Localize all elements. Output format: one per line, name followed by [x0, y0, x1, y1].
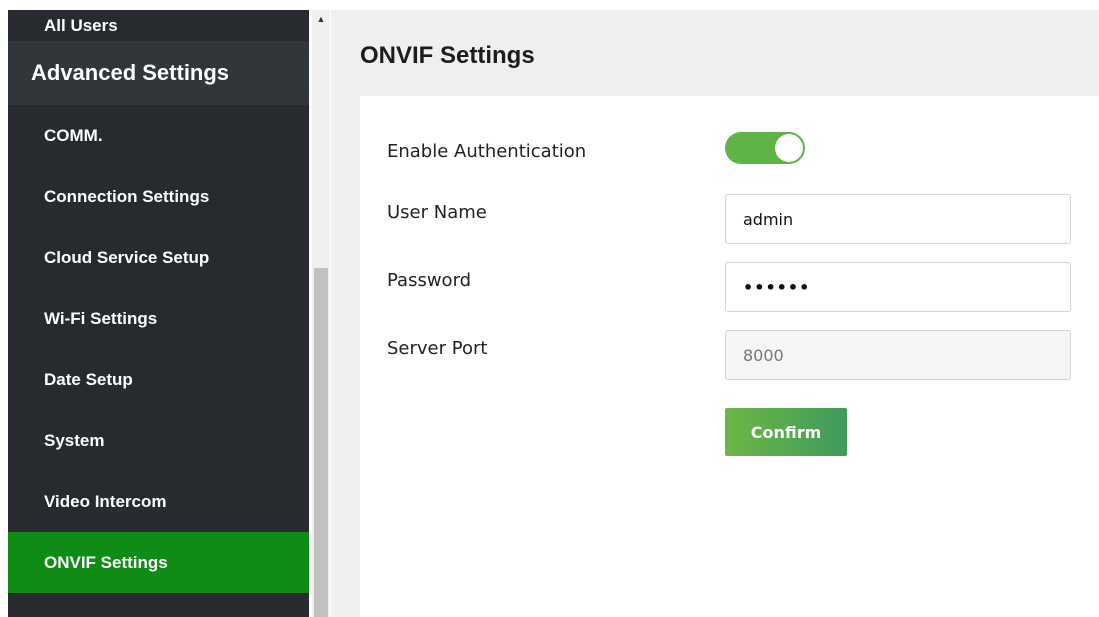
sidebar-item-label: Wi-Fi Settings: [44, 308, 158, 328]
triangle-up-icon[interactable]: ▲: [312, 10, 330, 28]
password-label: Password: [387, 270, 472, 291]
sidebar-item-video-intercom[interactable]: Video Intercom: [8, 471, 309, 532]
sidebar-item-label: ONVIF Settings: [44, 552, 168, 572]
sidebar-item-comm[interactable]: COMM.: [8, 105, 309, 166]
scrollbar-thumb[interactable]: [314, 268, 328, 617]
sidebar-item-label: All Users: [44, 15, 118, 35]
sidebar-item-label: System: [44, 430, 105, 450]
sidebar-item-system[interactable]: System: [8, 410, 309, 471]
sidebar-item-all-users[interactable]: All Users: [8, 10, 309, 41]
sidebar-item-label: Cloud Service Setup: [44, 247, 210, 267]
sidebar-scrollbar[interactable]: ▲: [312, 10, 330, 617]
sidebar-item-label: Connection Settings: [44, 186, 210, 206]
main-panel: ONVIF Settings Enable Authentication Use…: [331, 10, 1099, 617]
user-name-label: User Name: [387, 202, 487, 223]
settings-card: Enable Authentication User Name Password…: [360, 96, 1099, 617]
confirm-button[interactable]: Confirm: [725, 408, 847, 456]
sidebar-group-label: Advanced Settings: [31, 60, 230, 85]
server-port-label: Server Port: [387, 338, 488, 359]
sidebar-item-connection-settings[interactable]: Connection Settings: [8, 166, 309, 227]
toggle-knob: [775, 134, 803, 162]
sidebar-item-cloud-service-setup[interactable]: Cloud Service Setup: [8, 227, 309, 288]
enable-authentication-toggle[interactable]: [725, 132, 805, 164]
user-name-input[interactable]: [725, 194, 1071, 244]
enable-authentication-label: Enable Authentication: [387, 141, 587, 162]
app-window: All Users Advanced Settings COMM. Connec…: [0, 0, 1099, 617]
password-input[interactable]: [725, 262, 1071, 312]
page-title: ONVIF Settings: [360, 42, 535, 69]
sidebar-group-advanced-settings[interactable]: Advanced Settings: [8, 41, 309, 105]
sidebar-item-onvif-settings[interactable]: ONVIF Settings: [8, 532, 309, 593]
sidebar-item-label: COMM.: [44, 125, 103, 145]
sidebar-item-wifi-settings[interactable]: Wi-Fi Settings: [8, 288, 309, 349]
sidebar-item-label: Video Intercom: [44, 491, 167, 511]
sidebar-item-label: Date Setup: [44, 369, 133, 389]
sidebar: All Users Advanced Settings COMM. Connec…: [8, 10, 309, 617]
server-port-input[interactable]: [725, 330, 1071, 380]
sidebar-item-date-setup[interactable]: Date Setup: [8, 349, 309, 410]
